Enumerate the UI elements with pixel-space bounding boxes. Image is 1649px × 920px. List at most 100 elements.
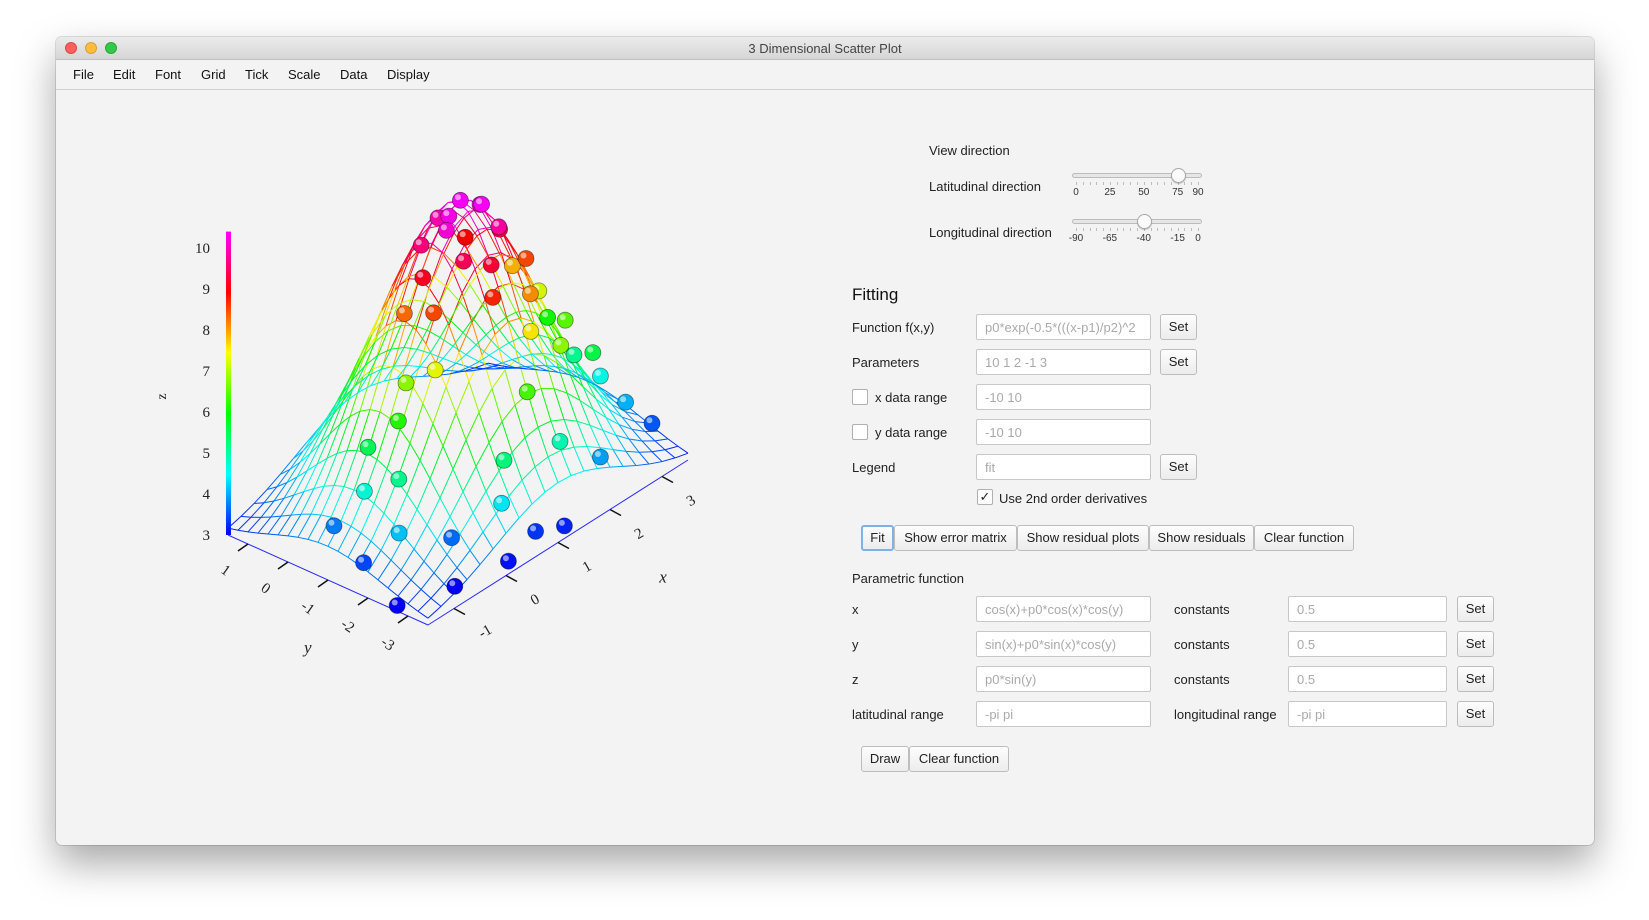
scatter-plot-3d[interactable]: 345678910z10-1-2-3y-10123x bbox=[96, 187, 746, 707]
set-range-button[interactable]: Set bbox=[1457, 701, 1494, 727]
surface-mesh-line bbox=[469, 550, 481, 565]
surface-mesh-line bbox=[350, 495, 365, 527]
menu-scale[interactable]: Scale bbox=[288, 67, 321, 82]
longitudinal-slider-tick bbox=[1137, 228, 1138, 231]
y-tick-label: -1 bbox=[298, 598, 317, 618]
menu-display[interactable]: Display bbox=[387, 67, 430, 82]
y-data-range-checkbox[interactable] bbox=[852, 424, 868, 440]
surface-mesh-line bbox=[478, 412, 490, 443]
x-tick-label: 0 bbox=[528, 591, 542, 609]
param-y-constants-label: constants bbox=[1174, 637, 1230, 652]
x-tick-label: 1 bbox=[580, 558, 594, 576]
y-tick-mark bbox=[317, 579, 329, 588]
draw-button[interactable]: Draw bbox=[861, 746, 909, 772]
data-point bbox=[426, 361, 444, 379]
surface-mesh-line bbox=[488, 421, 503, 443]
surface-mesh-line bbox=[442, 445, 454, 470]
data-point-highlight bbox=[559, 314, 566, 321]
surface-mesh-line bbox=[407, 603, 419, 612]
set-legend-button[interactable]: Set bbox=[1160, 454, 1197, 480]
surface-mesh-line bbox=[316, 433, 331, 465]
surface-mesh-line bbox=[277, 534, 289, 537]
surface-mesh-line bbox=[458, 322, 473, 353]
param-z-constants-input[interactable] bbox=[1288, 666, 1447, 692]
data-point bbox=[584, 344, 602, 362]
x-data-range-checkbox[interactable] bbox=[852, 389, 868, 405]
data-point-sphere bbox=[555, 517, 573, 535]
show-residuals-button[interactable]: Show residuals bbox=[1149, 525, 1254, 551]
surface-mesh-line bbox=[397, 276, 409, 305]
show-error-matrix-button[interactable]: Show error matrix bbox=[894, 525, 1017, 551]
surface-mesh-line bbox=[651, 451, 663, 462]
set-param-z-button[interactable]: Set bbox=[1457, 666, 1494, 692]
data-point bbox=[440, 207, 458, 225]
surface-mesh-line bbox=[433, 253, 445, 278]
menu-file[interactable]: File bbox=[73, 67, 94, 82]
surface-mesh-line bbox=[468, 381, 480, 413]
x-tick-label: -1 bbox=[476, 622, 495, 642]
fit-button[interactable]: Fit bbox=[861, 525, 894, 551]
surface-mesh-line bbox=[449, 319, 464, 333]
param-x-input[interactable] bbox=[976, 596, 1151, 622]
param-y-constants-input[interactable] bbox=[1288, 631, 1447, 657]
menu-edit[interactable]: Edit bbox=[113, 67, 135, 82]
use-2nd-order-checkbox[interactable]: ✓ bbox=[977, 489, 993, 505]
data-point-sphere bbox=[355, 554, 373, 572]
surface-mesh-line bbox=[413, 548, 425, 562]
y-data-range-input[interactable] bbox=[976, 419, 1151, 445]
longitudinal-slider-tick bbox=[1150, 228, 1152, 231]
data-point-highlight bbox=[496, 497, 503, 504]
data-point-highlight bbox=[393, 473, 400, 480]
z-tick-label: 3 bbox=[203, 528, 211, 544]
longitudinal-slider-tick bbox=[1184, 228, 1186, 231]
data-point-highlight bbox=[506, 259, 513, 266]
surface-mesh-line bbox=[433, 554, 448, 574]
set-parameters-button[interactable]: Set bbox=[1160, 349, 1197, 375]
data-point bbox=[482, 256, 500, 274]
menu-data[interactable]: Data bbox=[340, 67, 367, 82]
surface-mesh-line bbox=[370, 540, 382, 551]
data-point bbox=[325, 517, 343, 535]
surface-mesh-line bbox=[517, 367, 529, 370]
param-y-input[interactable] bbox=[976, 631, 1151, 657]
surface-mesh-line bbox=[393, 365, 408, 367]
param-x-constants-input[interactable] bbox=[1288, 596, 1447, 622]
surface-mesh-line bbox=[400, 548, 415, 571]
data-point-sphere bbox=[591, 448, 609, 466]
latitudinal-range-input[interactable] bbox=[976, 701, 1151, 727]
data-point-sphere bbox=[451, 191, 469, 209]
surface-mesh-line bbox=[387, 587, 399, 597]
clear-fit-function-button[interactable]: Clear function bbox=[1254, 525, 1354, 551]
menu-grid[interactable]: Grid bbox=[201, 67, 226, 82]
longitudinal-slider-thumb[interactable] bbox=[1136, 214, 1152, 229]
surface-mesh-line bbox=[439, 497, 451, 517]
data-point bbox=[455, 252, 473, 270]
param-z-input[interactable] bbox=[976, 666, 1151, 692]
data-point-sphere bbox=[355, 482, 373, 500]
legend-input[interactable] bbox=[976, 454, 1151, 480]
show-residual-plots-button[interactable]: Show residual plots bbox=[1017, 525, 1149, 551]
clear-parametric-function-button[interactable]: Clear function bbox=[909, 746, 1009, 772]
longitudinal-direction-slider[interactable]: -90 -65 -40 -15 0 bbox=[1069, 213, 1202, 249]
parameters-input[interactable] bbox=[976, 349, 1151, 375]
latitudinal-slider-thumb[interactable] bbox=[1170, 168, 1186, 183]
menu-font[interactable]: Font bbox=[155, 67, 181, 82]
function-input[interactable] bbox=[976, 314, 1151, 340]
surface-mesh-line bbox=[497, 286, 509, 322]
surface-mesh-line bbox=[553, 388, 568, 394]
longitudinal-range-input[interactable] bbox=[1288, 701, 1447, 727]
longitudinal-slider-tick bbox=[1170, 228, 1172, 231]
surface-mesh-line bbox=[422, 403, 434, 425]
x-data-range-input[interactable] bbox=[976, 384, 1151, 410]
menu-tick[interactable]: Tick bbox=[245, 67, 268, 82]
surface-mesh-line bbox=[442, 412, 457, 447]
data-point-sphere bbox=[455, 252, 473, 270]
set-param-y-button[interactable]: Set bbox=[1457, 631, 1494, 657]
set-param-x-button[interactable]: Set bbox=[1457, 596, 1494, 622]
latitudinal-direction-slider[interactable]: 0 25 50 75 90 bbox=[1072, 167, 1204, 203]
data-point-highlight bbox=[493, 220, 500, 227]
set-function-button[interactable]: Set bbox=[1160, 314, 1197, 340]
data-point-highlight bbox=[417, 271, 424, 278]
surface-mesh-line bbox=[664, 449, 676, 459]
surface-mesh-line bbox=[420, 572, 435, 590]
